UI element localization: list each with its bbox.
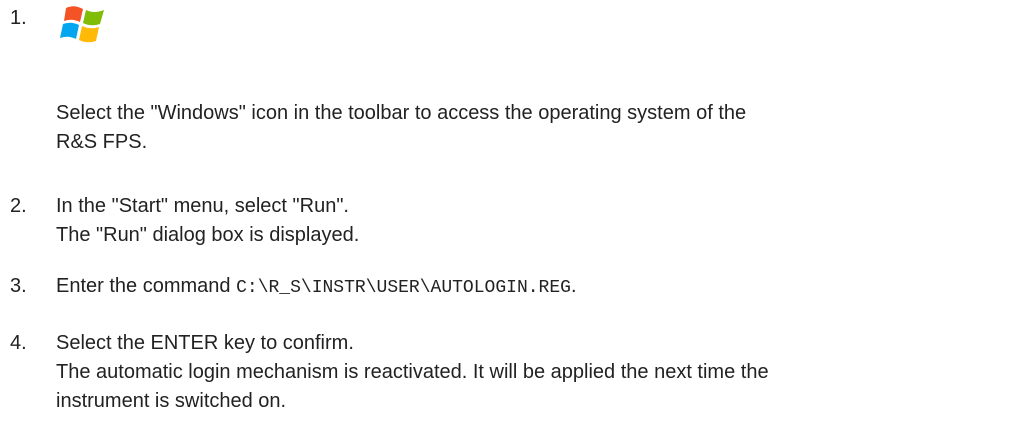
step-line: The automatic login mechanism is reactiv… — [56, 361, 769, 383]
windows-logo-icon — [60, 6, 104, 43]
step-number: 2. — [10, 195, 27, 217]
step-number: 4. — [10, 332, 27, 354]
step-1: 1. Select the "Windows" icon in the tool… — [0, 0, 1010, 180]
step-text: . — [570, 275, 577, 297]
step-number: 3. — [10, 275, 27, 297]
command-code: C:\R_S\INSTR\USER\AUTOLOGIN.REG — [236, 278, 571, 298]
step-line: In the "Start" menu, select "Run". — [56, 195, 349, 217]
step-line: The "Run" dialog box is displayed. — [56, 224, 360, 246]
step-line: Select the "Windows" icon in the toolbar… — [56, 102, 747, 124]
step-text: Enter the command — [56, 275, 237, 297]
step-number: 1. — [10, 7, 27, 29]
step-2: 2. In the "Start" menu, select "Run". Th… — [0, 192, 1010, 262]
step-line: instrument is switched on. — [56, 390, 287, 412]
step-1-text: Select the "Windows" icon in the toolbar… — [56, 99, 1006, 157]
step-3: 3. Enter the command C:\R_S\INSTR\USER\A… — [0, 272, 1010, 304]
step-line: R&S FPS. — [56, 131, 148, 153]
step-line: Select the ENTER key to confirm. — [56, 332, 354, 354]
step-3-text: Enter the command C:\R_S\INSTR\USER\AUTO… — [56, 272, 1006, 303]
step-4-text: Select the ENTER key to confirm. The aut… — [56, 329, 1006, 416]
step-4: 4. Select the ENTER key to confirm. The … — [0, 329, 1010, 429]
step-2-text: In the "Start" menu, select "Run". The "… — [56, 192, 1006, 250]
